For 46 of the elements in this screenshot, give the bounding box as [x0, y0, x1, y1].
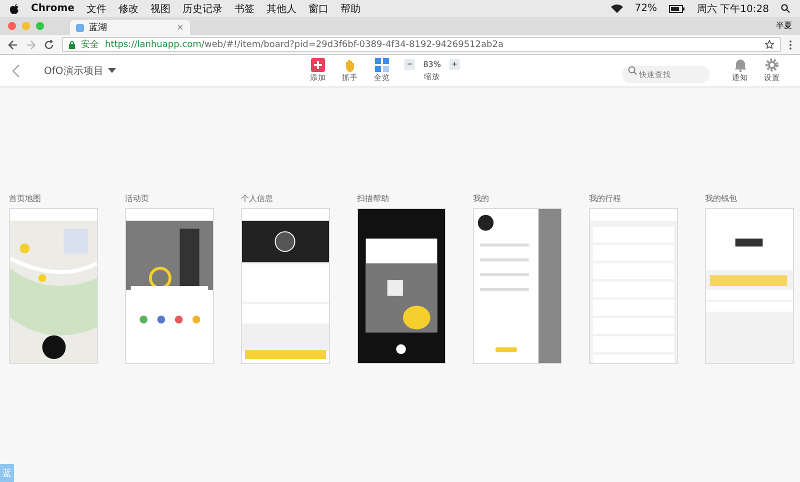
board-title: 我的 [473, 193, 490, 204]
search-icon[interactable] [781, 4, 790, 13]
lock-icon [69, 40, 75, 48]
page-icon [76, 24, 84, 32]
board-title: 我的钱包 [705, 193, 738, 204]
zoom-value: 83% [423, 60, 441, 69]
menu-item[interactable]: 书签 [234, 2, 254, 16]
bell-icon [734, 58, 746, 72]
menu-item[interactable]: 帮助 [340, 2, 360, 16]
secure-label: 安全 [81, 38, 99, 51]
board-title: 活动页 [125, 193, 150, 204]
menu-item[interactable]: 其他人 [266, 2, 296, 16]
zoom-in-button[interactable]: + [449, 59, 460, 70]
board-title: 我的行程 [589, 193, 622, 204]
url-text: https://lanhuapp.com/web/#!/item/board?pid=29d3f6bf-0389-4f34-8192-94269512ab2a [105, 40, 504, 50]
browser-tab[interactable]: 蓝湖 × [70, 20, 190, 35]
reload-icon[interactable] [44, 40, 54, 50]
star-icon[interactable] [765, 40, 774, 49]
board-title: 扫描帮助 [357, 193, 390, 204]
board-title: 个人信息 [241, 193, 274, 204]
menu-icon[interactable] [789, 40, 792, 50]
caret-icon [108, 68, 116, 73]
menu-item[interactable]: 视图 [150, 2, 170, 16]
battery-percent: 72% [634, 3, 657, 14]
wifi-icon[interactable] [610, 4, 623, 13]
menu-item[interactable]: 历史记录 [182, 2, 222, 16]
back-icon[interactable] [12, 64, 20, 78]
tab-title: 蓝湖 [89, 22, 107, 34]
back-icon[interactable] [8, 40, 18, 50]
app-menu[interactable]: Chrome [31, 3, 74, 14]
add-icon [311, 58, 326, 72]
menu-item[interactable]: 文件 [86, 2, 106, 16]
menu-item[interactable]: 窗口 [308, 2, 328, 16]
address-bar[interactable]: 安全 https://lanhuapp.com/web/#!/item/board?pid=29d3f6bf-0389-4f34-8192-94269512ab2a [62, 37, 781, 52]
tab-close-button[interactable]: × [176, 22, 184, 32]
battery-icon[interactable] [669, 4, 685, 12]
board-title: 首页地图 [9, 193, 42, 204]
search-icon [628, 66, 637, 75]
grid-icon [375, 58, 390, 72]
clock[interactable]: 周六 下午10:28 [697, 2, 769, 16]
apple-icon[interactable] [10, 4, 19, 14]
profile-name[interactable]: 半夏 [776, 20, 792, 31]
zoom-out-button[interactable]: − [404, 59, 416, 70]
settings-icon [765, 58, 779, 72]
menu-item[interactable]: 修改 [118, 2, 138, 16]
project-dropdown[interactable]: OfO演示项目 [44, 64, 116, 78]
